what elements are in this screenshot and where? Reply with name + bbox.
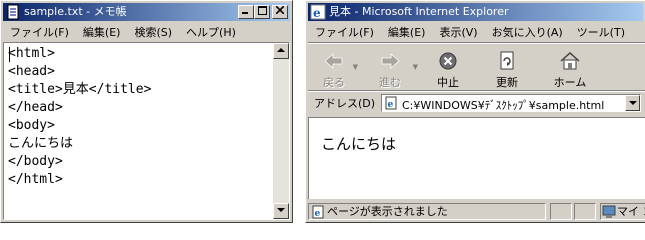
toolbar-separator <box>308 42 645 44</box>
address-url: C:¥WINDOWS¥ﾃﾞｽｸﾄｯﾌﾟ¥sample.html <box>402 99 605 112</box>
address-input[interactable]: e C:¥WINDOWS¥ﾃﾞｽｸﾄｯﾌﾟ¥sample.html <box>381 94 641 112</box>
menu-file[interactable]: ファイル(F) <box>3 24 76 40</box>
scroll-down-button[interactable] <box>273 203 289 219</box>
menu-favorites[interactable]: お気に入り(A) <box>485 24 570 40</box>
arrow-up-icon <box>277 48 285 52</box>
minimize-icon <box>242 12 248 14</box>
ie-toolbar: 戻る ▼ 進む ▼ 中止 更新 ホーム <box>308 45 645 91</box>
home-icon <box>560 51 580 70</box>
refresh-icon <box>500 51 514 70</box>
stop-label: 中止 <box>437 76 459 89</box>
maximize-icon <box>257 6 267 15</box>
close-button[interactable] <box>272 5 288 19</box>
menu-file[interactable]: ファイル(F) <box>308 24 381 40</box>
forward-arrow-icon <box>381 53 400 69</box>
minimize-button[interactable] <box>238 5 254 19</box>
stop-button[interactable]: 中止 <box>420 45 476 91</box>
text-line: <body> <box>8 118 55 133</box>
notepad-text-area[interactable]: <html> <head> <title>見本</title> </head> … <box>3 42 290 220</box>
text-line: <title>見本</title> <box>8 82 152 97</box>
page-content[interactable]: こんにちは <box>308 117 645 199</box>
address-bar: アドレス(D) e C:¥WINDOWS¥ﾃﾞｽｸﾄｯﾌﾟ¥sample.htm… <box>308 92 645 114</box>
ie-menu-bar: ファイル(F) 編集(E) 表示(V) お気に入り(A) ツール(T) <box>308 22 643 41</box>
chevron-down-icon <box>629 101 637 105</box>
menu-edit[interactable]: 編集(E) <box>76 24 128 40</box>
computer-icon <box>602 205 616 218</box>
status-message: e ページが表示されました <box>308 203 546 220</box>
text-line: <html> <box>8 46 55 61</box>
notepad-title: sample.txt - メモ帳 <box>24 5 127 18</box>
zone-text: マイ コ <box>617 205 645 218</box>
forward-label: 進む <box>379 76 401 89</box>
text-line: </body> <box>8 154 63 169</box>
notepad-title-bar[interactable]: sample.txt - メモ帳 <box>3 3 290 21</box>
ie-window: e 見本 - Microsoft Internet Explorer ファイル(… <box>305 0 645 223</box>
page-done-icon: e <box>312 205 324 219</box>
back-button[interactable]: 戻る ▼ <box>308 45 360 91</box>
ie-title-bar[interactable]: e 見本 - Microsoft Internet Explorer <box>308 3 643 21</box>
menu-tools[interactable]: ツール(T) <box>570 24 632 40</box>
menu-search[interactable]: 検索(S) <box>127 24 179 40</box>
forward-button[interactable]: 進む ▼ <box>360 45 420 91</box>
svg-text:e: e <box>315 209 321 219</box>
notepad-menu-bar: ファイル(F) 編集(E) 検索(S) ヘルプ(H) <box>3 22 290 41</box>
status-zone: マイ コ <box>600 203 645 220</box>
status-bar: e ページが表示されました マイ コ <box>308 201 645 222</box>
status-pane-empty <box>574 203 596 220</box>
home-button[interactable]: ホーム <box>538 45 602 91</box>
menu-edit[interactable]: 編集(E) <box>381 24 433 40</box>
back-arrow-icon <box>324 53 343 69</box>
menu-view[interactable]: 表示(V) <box>432 24 484 40</box>
forward-dropdown-icon[interactable]: ▼ <box>413 63 418 71</box>
back-dropdown-icon[interactable]: ▼ <box>353 63 358 71</box>
stop-icon <box>439 52 457 70</box>
scroll-up-button[interactable] <box>273 43 289 59</box>
close-icon <box>275 5 285 15</box>
desktop-gap <box>293 0 305 223</box>
home-label: ホーム <box>553 76 587 89</box>
address-label: アドレス(D) <box>314 97 376 110</box>
address-dropdown-button[interactable] <box>625 95 640 111</box>
vertical-scrollbar[interactable] <box>273 43 289 219</box>
page-icon: e <box>385 96 397 110</box>
text-line: </html> <box>8 172 63 187</box>
menu-help[interactable]: ヘルプ(H) <box>179 24 243 40</box>
text-line: こんにちは <box>8 136 74 151</box>
maximize-button[interactable] <box>254 5 270 19</box>
refresh-label: 更新 <box>496 76 518 89</box>
status-pane-empty <box>550 203 572 220</box>
text-line: <head> <box>8 64 55 79</box>
text-line: </head> <box>8 100 63 115</box>
refresh-button[interactable]: 更新 <box>476 45 538 91</box>
ie-title: 見本 - Microsoft Internet Explorer <box>329 5 509 18</box>
page-body-text: こんにちは <box>321 135 397 153</box>
svg-text:e: e <box>388 100 394 110</box>
notepad-window: sample.txt - メモ帳 ファイル(F) 編集(E) 検索(S) ヘルプ… <box>0 0 293 223</box>
svg-text:e: e <box>313 6 321 20</box>
arrow-down-icon <box>277 208 285 212</box>
notepad-app-icon <box>7 4 19 20</box>
ie-app-icon: e <box>310 4 326 20</box>
status-text: ページが表示されました <box>327 205 448 218</box>
back-label: 戻る <box>323 76 345 89</box>
